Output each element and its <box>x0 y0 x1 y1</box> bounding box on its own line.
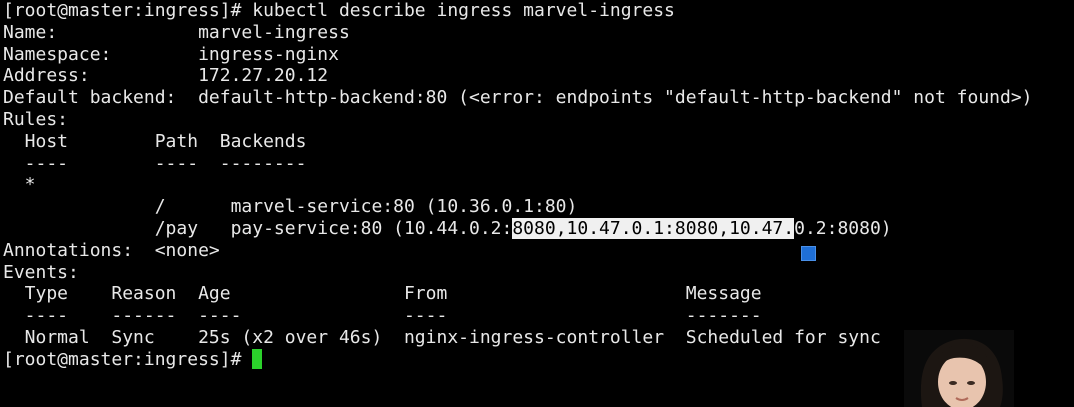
presenter-video-image <box>904 330 1014 407</box>
rules-pay-path-row[interactable]: /pay pay-service:80 (10.44.0.2:8080,10.4… <box>3 217 1074 240</box>
command-line: [root@master:ingress]# kubectl describe … <box>3 0 675 21</box>
events-table-divider: ---- ------ ---- ---- ------- <box>3 305 762 327</box>
selection-marker-icon <box>801 246 816 261</box>
annotations-field: Annotations: <none> <box>3 239 220 261</box>
events-table-header: Type Reason Age From Message <box>3 283 762 305</box>
pay-row-text-end: 0.2:8080) <box>794 217 892 239</box>
shell-prompt: [root@master:ingress]# <box>3 348 253 370</box>
rules-table-header: Host Path Backends <box>3 130 307 152</box>
pay-row-text: /pay pay-service:80 (10.44.0.2: <box>3 217 513 239</box>
webcam-overlay <box>904 330 1014 407</box>
events-heading: Events: <box>3 261 79 283</box>
text-cursor <box>252 348 263 369</box>
address-field: Address: 172.27.20.12 <box>3 65 329 87</box>
rules-root-path-row: / marvel-service:80 (10.36.0.1:80) <box>3 196 578 218</box>
rules-heading: Rules: <box>3 108 69 130</box>
rules-host-row: * <box>3 174 36 196</box>
rules-table-divider: ---- ---- -------- <box>3 152 307 174</box>
namespace-field: Namespace: ingress-nginx <box>3 43 339 65</box>
name-field: Name: marvel-ingress <box>3 21 350 43</box>
text-selection[interactable]: 8080,10.47.0.1:8080,10.47. <box>512 217 795 239</box>
default-backend-field: Default backend: default-http-backend:80… <box>3 87 1033 109</box>
